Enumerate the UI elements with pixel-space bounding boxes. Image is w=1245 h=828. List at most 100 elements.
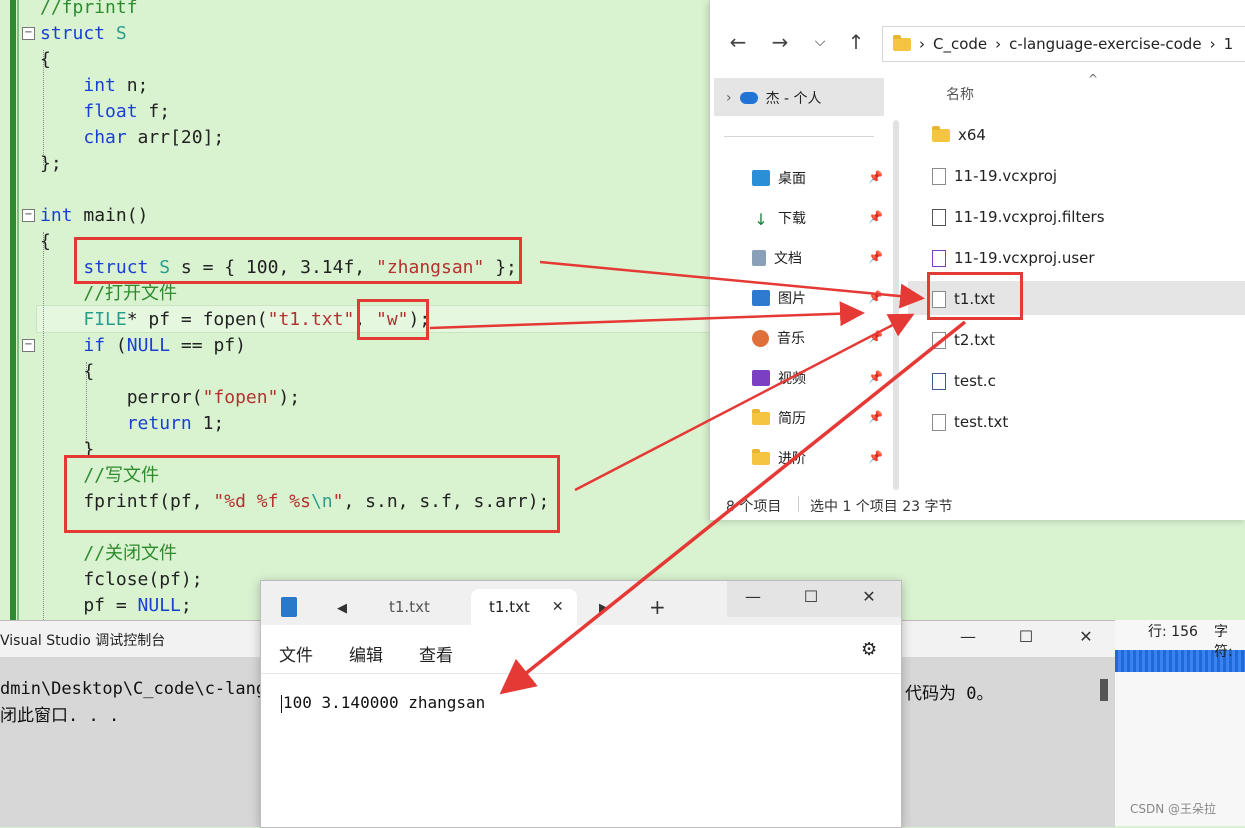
pin-icon[interactable]: 📌 <box>868 450 883 464</box>
pin-icon[interactable]: 📌 <box>868 250 883 264</box>
code-token: perror( <box>40 387 203 408</box>
file-item-filters[interactable]: 11-19.vcxproj.filters <box>932 208 1105 226</box>
nav-item-onedrive[interactable]: › 杰 - 个人 <box>726 88 822 108</box>
divider <box>724 136 874 137</box>
file-item-test-c[interactable]: test.c <box>932 372 996 390</box>
up-arrow-icon[interactable]: ↑ <box>842 30 870 54</box>
file-name: test.txt <box>954 413 1009 431</box>
settings-gear-icon[interactable]: ⚙ <box>861 639 877 660</box>
tab-scroll-left-icon[interactable]: ◀ <box>337 601 347 616</box>
pin-icon[interactable]: 📌 <box>868 410 883 424</box>
file-item-vcxproj[interactable]: 11-19.vcxproj <box>932 167 1057 185</box>
close-icon[interactable]: ✕ <box>849 587 889 606</box>
pin-icon[interactable]: 📌 <box>868 170 883 184</box>
breadcrumb-item[interactable]: 1 <box>1224 35 1234 53</box>
c-file-icon <box>932 372 946 390</box>
nav-item-downloads[interactable]: ↓ 下载 <box>752 208 806 229</box>
pin-icon[interactable]: 📌 <box>868 290 883 304</box>
watermark: CSDN @王朵拉 <box>1130 802 1217 816</box>
new-tab-plus-icon[interactable]: + <box>649 595 666 619</box>
breadcrumb-item[interactable]: c-language-exercise-code <box>1009 35 1201 53</box>
tab-t1-active[interactable]: t1.txt ✕ <box>471 589 577 625</box>
window-controls: — ☐ ✕ <box>727 581 901 617</box>
nav-item-label: 下载 <box>778 211 806 227</box>
code-token: ( <box>105 335 127 356</box>
code-token: fclose(pf); <box>40 569 203 590</box>
code-token: { <box>40 231 51 252</box>
nav-item-videos[interactable]: 视频 <box>752 368 806 388</box>
annotation-box-fprintf <box>64 455 560 533</box>
annotation-box-t1-file <box>927 272 1023 320</box>
status-selection: 选中 1 个项目 23 字节 <box>810 499 953 515</box>
breadcrumb-item[interactable]: C_code <box>933 35 987 53</box>
nav-item-pictures[interactable]: 图片 <box>752 288 806 308</box>
file-explorer-window: ← → ⌵ ↑ › C_code › c-language-exercise-c… <box>709 0 1245 520</box>
fold-toggle-if[interactable]: − <box>22 339 35 352</box>
nav-item-documents[interactable]: 文档 <box>752 248 802 268</box>
code-line: }; <box>40 151 62 177</box>
status-line: 行: 156 <box>1148 624 1198 640</box>
menu-view[interactable]: 查看 <box>419 641 453 666</box>
status-char: 字符: <box>1214 624 1233 660</box>
code-line: int n; <box>40 73 148 99</box>
chevron-right-icon: › <box>995 35 1002 53</box>
console-scrollbar[interactable] <box>1100 679 1108 701</box>
nav-item-advanced[interactable]: 进阶 <box>752 448 806 468</box>
code-token: FILE <box>83 309 127 330</box>
nav-item-label: 音乐 <box>777 331 805 347</box>
fold-toggle-struct[interactable]: − <box>22 27 35 40</box>
code-token: arr[20]; <box>126 127 225 148</box>
fold-toggle-main[interactable]: − <box>22 209 35 222</box>
column-header-name[interactable]: 名称 <box>946 84 974 104</box>
file-item-user[interactable]: 11-19.vcxproj.user <box>932 249 1095 267</box>
code-token: }; <box>40 153 62 174</box>
code-token: char <box>83 127 127 148</box>
maximize-icon[interactable]: ☐ <box>1006 627 1046 646</box>
code-line: { <box>40 229 51 255</box>
code-line: //打开文件 <box>40 281 177 307</box>
menu-file[interactable]: 文件 <box>279 641 313 666</box>
code-line: //fprintf <box>40 0 138 21</box>
tab-scroll-right-icon[interactable]: ▶ <box>599 601 609 616</box>
folder-icon <box>932 125 950 142</box>
code-token: int <box>83 75 116 96</box>
folder-icon <box>752 448 770 465</box>
back-arrow-icon[interactable]: ← <box>724 30 752 54</box>
nav-item-resume[interactable]: 简历 <box>752 408 806 428</box>
file-item-t2[interactable]: t2.txt <box>932 331 995 349</box>
code-line: struct S <box>40 21 127 47</box>
maximize-icon[interactable]: ☐ <box>791 587 831 606</box>
file-name: x64 <box>958 126 986 144</box>
nav-pane-scrollbar[interactable] <box>893 120 899 490</box>
recent-chevron-down-icon[interactable]: ⌵ <box>806 34 834 50</box>
tab-close-icon[interactable]: ✕ <box>552 599 564 615</box>
nav-item-label: 简历 <box>778 411 806 427</box>
minimize-icon[interactable]: — <box>733 587 773 606</box>
close-icon[interactable]: ✕ <box>1066 627 1106 646</box>
nav-item-desktop[interactable]: 桌面 <box>752 168 806 188</box>
nav-pane: › 杰 - 个人 桌面 ↓ 下载 文档 图片 音乐 视频 简历 进阶 📌 📌 📌 … <box>710 66 900 490</box>
file-item-x64[interactable]: x64 <box>932 125 986 144</box>
address-bar[interactable]: › C_code › c-language-exercise-code › 1 <box>882 26 1245 62</box>
notepad-menu-bar: 文件 编辑 查看 ⚙ <box>261 625 901 674</box>
notepad-tab-bar: ◀ t1.txt t1.txt ✕ ▶ + — ☐ ✕ <box>261 581 901 625</box>
file-item-test-txt[interactable]: test.txt <box>932 413 1008 431</box>
nav-item-music[interactable]: 音乐 <box>752 328 805 348</box>
divider <box>798 496 799 512</box>
pin-icon[interactable]: 📌 <box>868 370 883 384</box>
folder-icon <box>752 408 770 425</box>
code-line: float f; <box>40 99 170 125</box>
forward-arrow-icon[interactable]: → <box>766 30 794 54</box>
pin-icon[interactable]: 📌 <box>868 330 883 344</box>
nav-item-label: 图片 <box>778 291 806 307</box>
notepad-text-area[interactable]: 100 3.140000 zhangsan <box>281 693 485 713</box>
minimize-icon[interactable]: — <box>948 627 988 646</box>
annotation-box-struct-init <box>74 237 522 284</box>
console-output-line-right: 代码为 0。 <box>905 684 994 704</box>
pin-icon[interactable]: 📌 <box>868 210 883 224</box>
menu-edit[interactable]: 编辑 <box>349 641 383 666</box>
code-token: int <box>40 205 73 226</box>
